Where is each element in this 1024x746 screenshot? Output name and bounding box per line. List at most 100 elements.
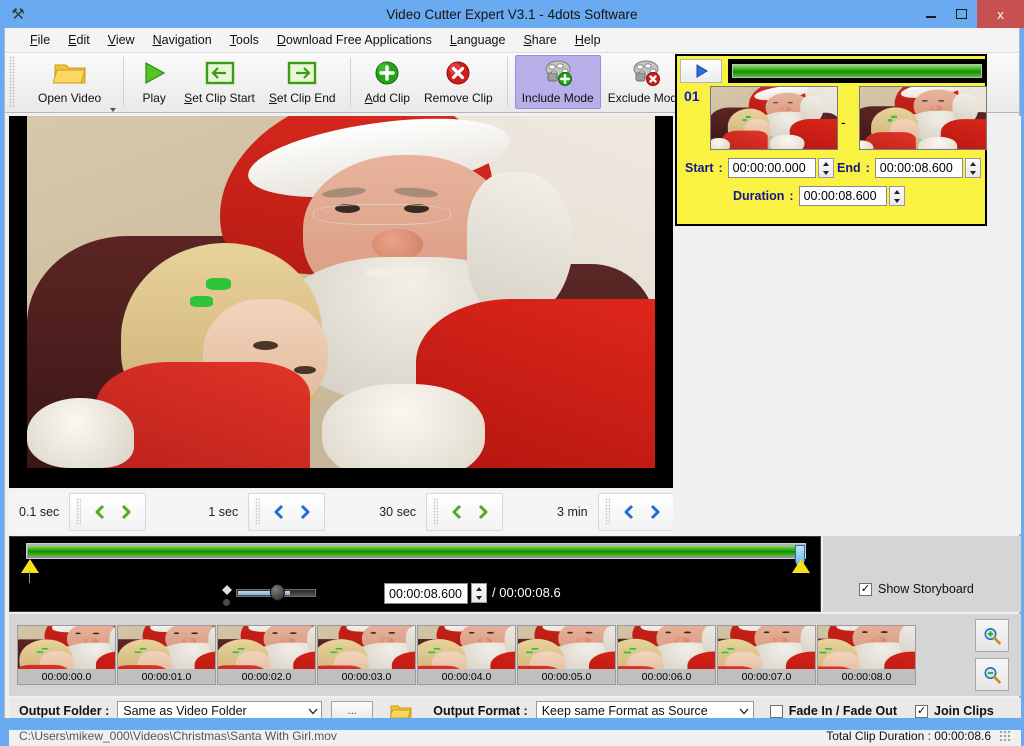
clip-end-marker[interactable] — [792, 559, 810, 573]
menu-item-tools[interactable]: Tools — [221, 30, 268, 50]
mute-icon[interactable] — [223, 599, 230, 606]
join-clips-checkbox-row[interactable]: ✓ Join Clips — [915, 704, 994, 718]
window-controls: x — [915, 0, 1024, 28]
clip-end-spinner[interactable] — [965, 158, 981, 178]
step-prev-button-0[interactable] — [87, 498, 113, 526]
fade-checkbox[interactable] — [770, 705, 783, 718]
clip-end-thumbnail[interactable] — [859, 86, 987, 150]
storyboard-item[interactable]: 00:00:03.0 — [317, 625, 416, 685]
clip-start-label: Start — [685, 161, 713, 175]
show-storyboard-checkbox[interactable]: ✓ — [859, 583, 872, 596]
menu-item-share[interactable]: Share — [514, 30, 565, 50]
play-icon — [140, 58, 168, 88]
step-label-3: 3 min — [547, 505, 598, 519]
storyboard-item[interactable]: 00:00:05.0 — [517, 625, 616, 685]
clip-start-spinner[interactable] — [818, 158, 834, 178]
clip-range-separator: - — [841, 114, 846, 130]
status-file-path: C:\Users\mikew_000\Videos\Christmas\Sant… — [19, 729, 337, 743]
menu-item-view[interactable]: View — [99, 30, 144, 50]
storyboard-item[interactable]: 00:00:06.0 — [617, 625, 716, 685]
step-prev-button-2[interactable] — [444, 498, 470, 526]
current-time-spinner[interactable] — [471, 583, 487, 603]
clip-start-thumbnail[interactable] — [710, 86, 838, 150]
menu-item-navigation[interactable]: Navigation — [144, 30, 221, 50]
clip-item-01[interactable]: 01 - — [675, 54, 987, 226]
step-prev-button-3[interactable] — [616, 498, 642, 526]
remove-clip-button[interactable]: Remove Clip — [417, 55, 500, 109]
step-next-button-3[interactable] — [642, 498, 668, 526]
timeline-track-wrapper[interactable] — [26, 543, 806, 559]
zoom-out-button[interactable] — [975, 658, 1009, 691]
output-folder-label: Output Folder : — [19, 704, 109, 718]
include-mode-button[interactable]: Include Mode — [515, 55, 601, 109]
menu-item-language[interactable]: Language — [441, 30, 515, 50]
maximize-button[interactable] — [946, 0, 977, 28]
menu-bar: FFileile Edit View Navigation Tools Down… — [5, 28, 1019, 53]
step-next-button-0[interactable] — [113, 498, 139, 526]
step-next-button-1[interactable] — [292, 498, 318, 526]
storyboard-item[interactable]: 00:00:00.0 — [17, 625, 116, 685]
application-window: ⚒ Video Cutter Expert V3.1 - 4dots Softw… — [0, 0, 1024, 730]
add-clip-label: Add Clip — [365, 91, 410, 105]
storyboard-time-label: 00:00:01.0 — [118, 669, 215, 684]
step-grip-2 — [433, 498, 438, 526]
storyboard-item[interactable]: 00:00:01.0 — [117, 625, 216, 685]
clip-end-input[interactable]: 00:00:08.600 — [875, 158, 963, 178]
storyboard-item[interactable]: 00:00:07.0 — [717, 625, 816, 685]
clip-number: 01 — [684, 88, 700, 104]
volume-icon — [222, 585, 232, 595]
video-frame — [27, 116, 655, 468]
storyboard-time-label: 00:00:05.0 — [518, 669, 615, 684]
menu-item-help[interactable]: Help — [566, 30, 610, 50]
video-preview-pane[interactable] — [9, 116, 673, 488]
clip-start-marker[interactable] — [21, 559, 39, 573]
step-prev-button-1[interactable] — [266, 498, 292, 526]
menu-item-edit[interactable]: Edit — [59, 30, 99, 50]
menu-item-file[interactable]: FFileile — [21, 30, 59, 50]
minimize-button[interactable] — [915, 0, 946, 28]
timeline-track[interactable] — [26, 543, 806, 559]
clip-end-label: End — [837, 161, 861, 175]
volume-knob[interactable] — [270, 584, 285, 601]
storyboard-item[interactable]: 00:00:02.0 — [217, 625, 316, 685]
clip-duration-spinner[interactable] — [889, 186, 905, 206]
storyboard-strip[interactable]: 00:00:00.0 00:00:01.0 00:00:02.0 00:00:0… — [9, 614, 1021, 696]
play-button[interactable]: Play — [131, 55, 177, 109]
open-video-button[interactable]: Open Video — [31, 55, 108, 109]
toolbar-grip[interactable] — [9, 56, 15, 108]
minimize-icon — [926, 16, 936, 18]
show-storyboard-checkbox-row[interactable]: ✓ Show Storyboard — [859, 582, 974, 596]
clip-start-input[interactable]: 00:00:00.000 — [728, 158, 816, 178]
clip-start-thumbnail-image — [710, 86, 838, 150]
set-clip-start-button[interactable]: Set Clip Start — [177, 55, 262, 109]
title-bar: ⚒ Video Cutter Expert V3.1 - 4dots Softw… — [0, 0, 1024, 28]
client-area: FFileile Edit View Navigation Tools Down… — [4, 28, 1020, 726]
clip-duration-colon: : — [789, 189, 793, 203]
remove-circle-icon — [445, 58, 471, 88]
step-label-1: 1 sec — [198, 505, 248, 519]
exclude-mode-label: Exclude Mode — [608, 91, 684, 105]
volume-control[interactable] — [220, 581, 318, 607]
output-format-value: Keep same Format as Source — [542, 704, 736, 718]
step-navigation-bar: 0.1 sec 1 sec 30 sec — [9, 490, 673, 534]
clip-duration-input[interactable]: 00:00:08.600 — [799, 186, 887, 206]
set-clip-end-button[interactable]: Set Clip End — [262, 55, 343, 109]
open-video-dropdown-icon[interactable] — [110, 108, 116, 112]
storyboard-time-label: 00:00:03.0 — [318, 669, 415, 684]
current-time-input[interactable]: 00:00:08.600 — [384, 583, 468, 604]
clip-play-button[interactable] — [680, 59, 722, 83]
step-next-button-2[interactable] — [470, 498, 496, 526]
menu-item-download-free-applications[interactable]: Download Free Applications — [268, 30, 441, 50]
close-button[interactable]: x — [977, 0, 1024, 28]
add-clip-button[interactable]: Add Clip — [358, 55, 417, 109]
storyboard-item[interactable]: 00:00:08.0 — [817, 625, 916, 685]
clip-start-row: Start : 00:00:00.000 — [685, 158, 834, 178]
timeline-pane[interactable]: 00:00:08.600 / 00:00:08.6 — [9, 536, 821, 612]
join-clips-checkbox[interactable]: ✓ — [915, 705, 928, 718]
zoom-in-button[interactable] — [975, 619, 1009, 652]
resize-grip[interactable] — [999, 730, 1011, 742]
storyboard-time-label: 00:00:07.0 — [718, 669, 815, 684]
fade-checkbox-row[interactable]: Fade In / Fade Out — [770, 704, 897, 718]
chevron-down-icon — [736, 708, 753, 715]
storyboard-item[interactable]: 00:00:04.0 — [417, 625, 516, 685]
